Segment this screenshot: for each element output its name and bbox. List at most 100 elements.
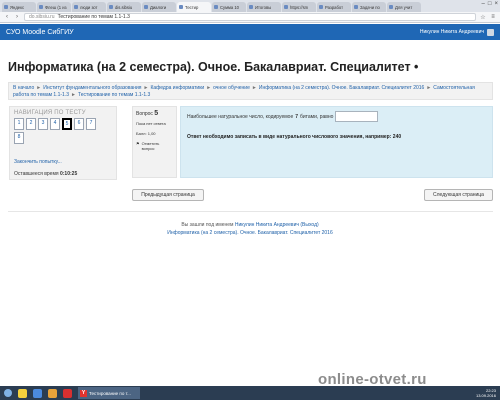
user-name: Никулин Никита Андреевич: [419, 29, 484, 35]
breadcrumb-separator-icon: ►: [206, 85, 212, 91]
browser-tab[interactable]: Задачи по: [352, 2, 386, 12]
browser-tab-label: https://sm: [290, 4, 309, 10]
browser-tab-label: Для учит: [395, 4, 413, 10]
opera-icon[interactable]: [63, 388, 72, 398]
media-icon[interactable]: [48, 388, 57, 398]
favicon-icon: [214, 5, 218, 9]
question-nav-button[interactable]: 4: [50, 118, 60, 130]
quiz-navigation-heading: НАВИГАЦИЯ ПО ТЕСТУ: [14, 110, 86, 116]
window-controls: – □ ×: [482, 1, 498, 7]
question-nav-button[interactable]: 5: [62, 118, 72, 130]
back-icon[interactable]: ‹: [4, 14, 10, 20]
timer: Оставшееся время 0:10:25: [14, 171, 77, 177]
question-content: Наибольшее натуральное число, кодируемое…: [180, 106, 493, 178]
question-nav-button[interactable]: 8: [14, 132, 24, 144]
folder-icon[interactable]: [18, 388, 27, 398]
favicon-icon: [4, 5, 8, 9]
browser-tab[interactable]: Для учит: [387, 2, 421, 12]
breadcrumb-separator-icon: ►: [426, 85, 432, 91]
login-info: Вы зашли под именем Никулин Никита Андре…: [181, 222, 319, 228]
browser-tab[interactable]: Итоговы: [247, 2, 281, 12]
favicon-icon: [144, 5, 148, 9]
avatar: [487, 28, 494, 36]
page-title: Информатика (на 2 семестра). Очное. Бака…: [8, 60, 419, 74]
url-field[interactable]: do.sibsiu.ru Тестирование по темам 1.1-1…: [24, 13, 476, 21]
start-icon[interactable]: [4, 389, 12, 397]
breadcrumb: В начало ► Институт фундаментального образ…: [8, 82, 493, 100]
favicon-icon: [319, 5, 323, 9]
browser-tab-label: Разработ: [325, 4, 344, 10]
browser-tab[interactable]: Сумма 10: [212, 2, 246, 12]
breadcrumb-item[interactable]: Тестирование по темам 1.1-1.3: [78, 92, 150, 98]
browser-tab[interactable]: Тестир: [177, 2, 211, 12]
browser-tab[interactable]: Разработ: [317, 2, 351, 12]
browser-tab[interactable]: люди зот: [72, 2, 106, 12]
site-header: СУО Moodle СибГИУ Никулин Никита Андреев…: [0, 24, 500, 40]
browser-tab-label: Диалоги: [150, 4, 167, 10]
favicon-icon: [74, 5, 78, 9]
browser-tab-label: Яндекс: [10, 4, 25, 10]
question-grid: 1234567 8: [10, 118, 110, 144]
question-text: Наибольшее натуральное число, кодируемое…: [187, 111, 486, 122]
favicon-icon: [109, 5, 113, 9]
breadcrumb-item[interactable]: В начало: [13, 85, 34, 91]
footer-course-link[interactable]: Информатика (на 2 семестра). Очное. Бака…: [0, 230, 500, 236]
favicon-icon: [389, 5, 393, 9]
question-nav-button[interactable]: 7: [86, 118, 96, 130]
minimize-icon[interactable]: –: [482, 1, 485, 7]
breadcrumb-separator-icon: ►: [143, 85, 149, 91]
breadcrumb-item[interactable]: Кафедра информатики: [150, 85, 204, 91]
question-info: Вопрос 5 Пока нет ответа Балл: 1,00 ⚑ От…: [132, 106, 177, 178]
logout-link[interactable]: (Выход): [300, 222, 318, 228]
favicon-icon: [284, 5, 288, 9]
timer-label: Оставшееся время: [14, 171, 59, 177]
previous-page-button[interactable]: Предыдущая страница: [132, 189, 204, 201]
question-number: Вопрос 5: [136, 110, 159, 117]
question-grade: Балл: 1,00: [136, 131, 156, 136]
browser-tab-label: Итоговы: [255, 4, 272, 10]
question-nav-button[interactable]: 6: [74, 118, 84, 130]
favicon-icon: [249, 5, 253, 9]
star-icon[interactable]: ☆: [480, 14, 486, 21]
browser-icon[interactable]: [33, 388, 42, 398]
taskbar-active-task[interactable]: Y Тестирование по т...: [78, 387, 140, 399]
favicon-icon: [39, 5, 43, 9]
url-host: do.sibsiu.ru: [29, 14, 55, 20]
browser-tab[interactable]: dis.sibsiu: [107, 2, 141, 12]
breadcrumb-item[interactable]: очное обучение: [213, 85, 250, 91]
breadcrumb-item[interactable]: Институт фундаментального образования: [43, 85, 141, 91]
site-brand[interactable]: СУО Moodle СибГИУ: [6, 29, 74, 36]
browser-tab-label: Флеш (1 из: [45, 4, 67, 10]
breadcrumb-item[interactable]: Информатика (на 2 семестра). Очное. Бака…: [259, 85, 425, 91]
divider: [8, 211, 493, 212]
browser-tab-label: Задачи по: [360, 4, 380, 10]
browser-tab[interactable]: https://sm: [282, 2, 316, 12]
browser-tab[interactable]: Диалоги: [142, 2, 176, 12]
watermark: online-otvet.ru: [318, 371, 427, 388]
address-bar: ‹ › do.sibsiu.ru Тестирование по темам 1…: [0, 12, 500, 23]
user-menu[interactable]: Никулин Никита Андреевич: [419, 28, 494, 36]
browser-tab[interactable]: Яндекс: [2, 2, 36, 12]
browser-tab-label: Сумма 10: [220, 4, 239, 10]
taskbar-clock[interactable]: 22:23 13.09.2016: [476, 388, 496, 398]
maximize-icon[interactable]: □: [488, 1, 492, 7]
question-nav-button[interactable]: 3: [38, 118, 48, 130]
menu-icon[interactable]: ≡: [490, 14, 496, 20]
close-icon[interactable]: ×: [494, 1, 498, 7]
flag-label: Отметить вопрос: [141, 141, 160, 151]
answer-input[interactable]: [335, 111, 379, 122]
browser-tab-label: dis.sibsiu: [115, 4, 133, 10]
browser-tab-label: люди зот: [80, 4, 98, 10]
browser-tab[interactable]: Флеш (1 из: [37, 2, 71, 12]
favicon-icon: [179, 5, 183, 9]
forward-icon[interactable]: ›: [14, 14, 20, 20]
question-nav-button[interactable]: 2: [26, 118, 36, 130]
answer-hint: Ответ необходимо записать в виде натурал…: [187, 134, 402, 140]
flag-question-button[interactable]: ⚑ Отметить вопрос: [136, 141, 173, 151]
favicon-icon: [354, 5, 358, 9]
next-page-button[interactable]: Следующая страница: [424, 189, 493, 201]
question-nav-button[interactable]: 1: [14, 118, 24, 130]
footer-user-link[interactable]: Никулин Никита Андреевич: [235, 222, 299, 228]
finish-attempt-link[interactable]: Закончить попытку...: [14, 159, 62, 165]
flag-icon: ⚑: [136, 141, 140, 146]
